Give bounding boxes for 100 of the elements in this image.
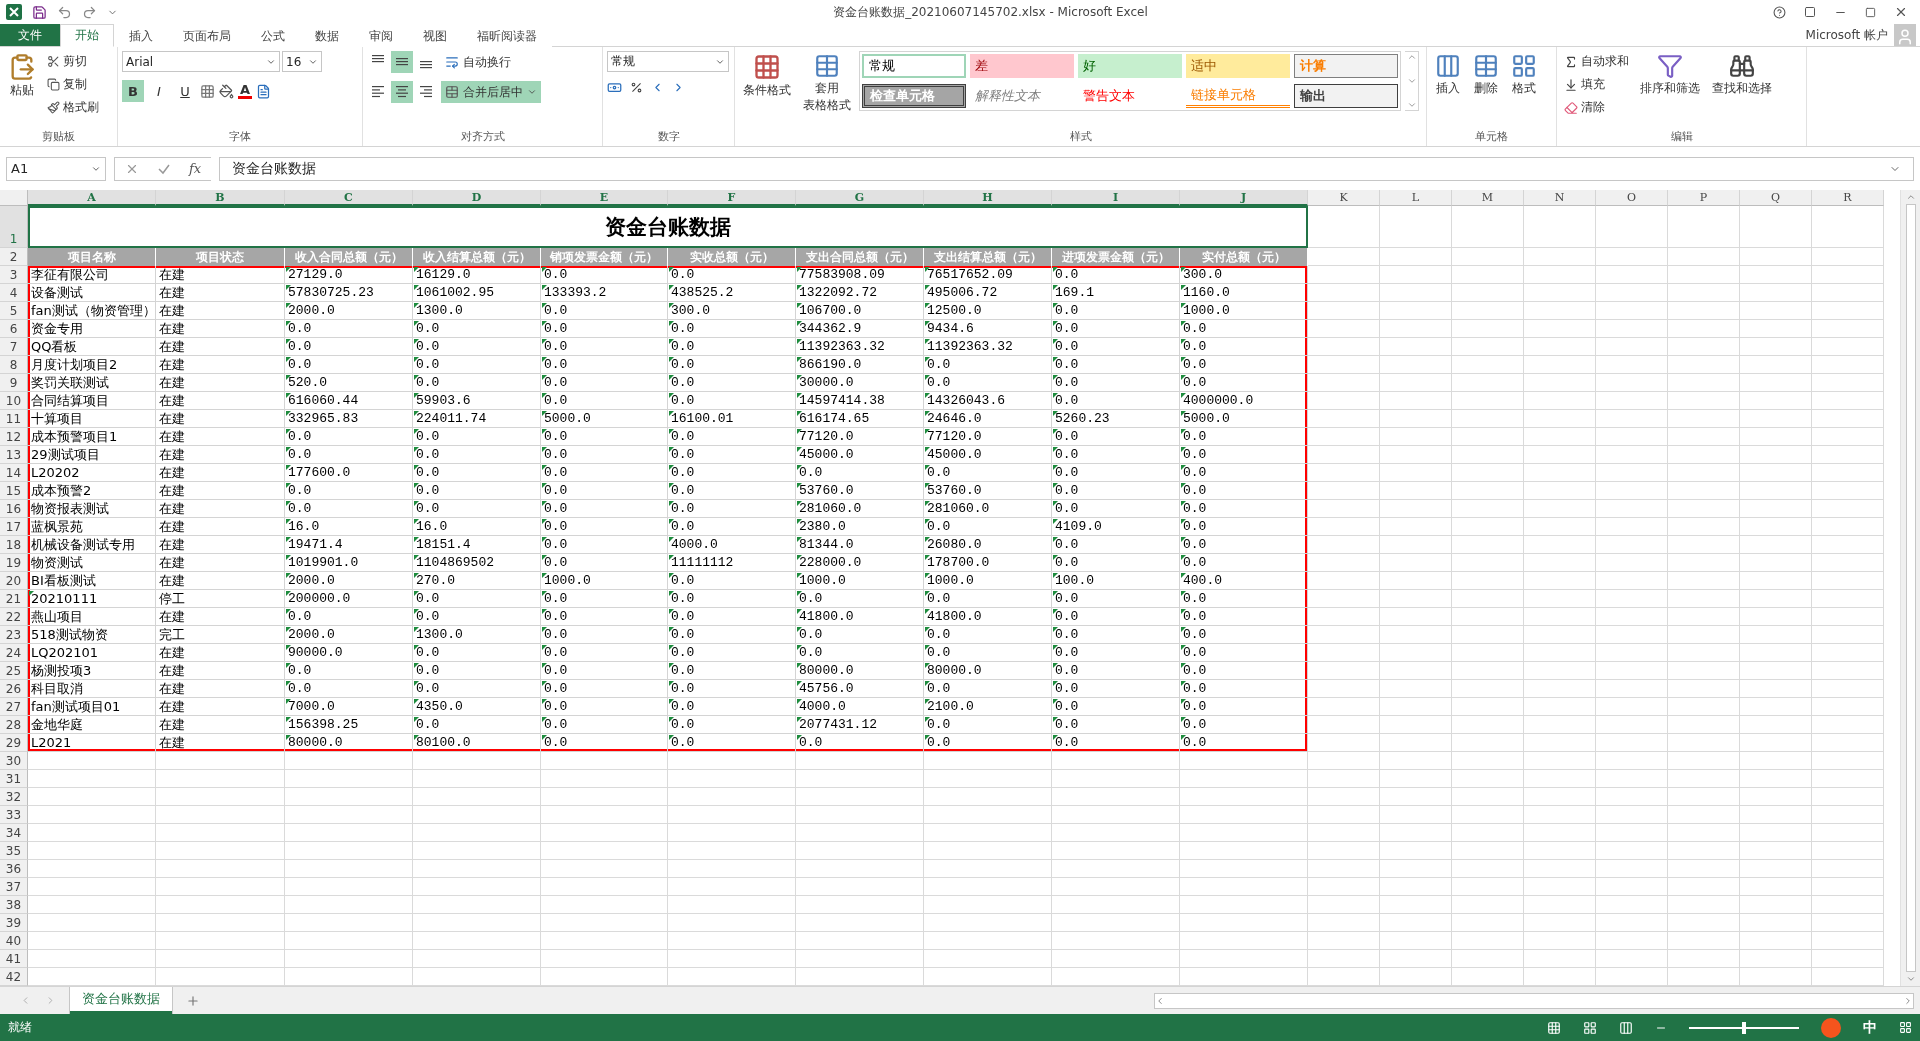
table-cell: BI看板测试 bbox=[28, 572, 156, 590]
row-number: 20 bbox=[0, 572, 28, 590]
cell-style[interactable]: 好 bbox=[1078, 54, 1182, 78]
error-indicator-icon bbox=[797, 519, 802, 524]
table-cell: 16.0 bbox=[413, 518, 541, 536]
error-indicator-icon bbox=[1053, 663, 1058, 668]
row-number: 33 bbox=[0, 806, 28, 824]
table-cell: 0.0 bbox=[796, 590, 924, 608]
scroll-right-icon[interactable] bbox=[1903, 995, 1913, 1006]
table-cell: 0.0 bbox=[1180, 734, 1308, 752]
percent-icon[interactable] bbox=[630, 81, 643, 94]
table-cell: 11111112 bbox=[668, 554, 796, 572]
binoculars-icon bbox=[1729, 53, 1755, 79]
sheet-tab[interactable]: 资金台账数据 bbox=[70, 986, 172, 1014]
font-name-field[interactable]: Arial bbox=[122, 51, 280, 72]
font-color-button[interactable]: A bbox=[238, 83, 253, 99]
error-indicator-icon bbox=[925, 627, 930, 632]
cell-style[interactable]: 解释性文本 bbox=[970, 84, 1074, 108]
phonetic-icon[interactable] bbox=[256, 83, 272, 99]
error-indicator-icon bbox=[542, 609, 547, 614]
scroll-thumb[interactable] bbox=[1905, 204, 1916, 972]
restore-icon[interactable] bbox=[1865, 6, 1876, 18]
account-link[interactable]: Microsoft 帐户 bbox=[1805, 26, 1888, 44]
align-button[interactable] bbox=[391, 81, 413, 103]
error-indicator-icon bbox=[286, 645, 291, 650]
table-cell: 0.0 bbox=[924, 356, 1052, 374]
cells-button[interactable]: 格式 bbox=[1507, 51, 1541, 128]
clipboard-button[interactable]: 格式刷 bbox=[44, 97, 102, 118]
table-cell: 0.0 bbox=[924, 626, 1052, 644]
error-indicator-icon bbox=[542, 699, 547, 704]
ime-tool-icon[interactable] bbox=[1899, 1021, 1912, 1034]
borders-icon[interactable] bbox=[200, 83, 215, 99]
merge-center-button[interactable]: 合并后居中 bbox=[441, 81, 541, 103]
close-icon[interactable] bbox=[1894, 5, 1908, 19]
row-number: 24 bbox=[0, 644, 28, 662]
find-select-button[interactable]: 查找和选择 bbox=[1708, 51, 1776, 128]
page-break-icon[interactable] bbox=[1619, 1020, 1633, 1035]
column-letter: C bbox=[285, 190, 413, 206]
cell-style[interactable]: 警告文本 bbox=[1078, 84, 1182, 108]
number-format-field[interactable]: 常规 bbox=[607, 51, 729, 72]
font-size-field[interactable]: 16 bbox=[282, 51, 322, 72]
error-indicator-icon bbox=[797, 303, 802, 308]
wrap-text-button[interactable]: 自动换行 bbox=[441, 51, 541, 73]
redo-icon[interactable] bbox=[82, 4, 97, 20]
zoom-slider-thumb[interactable] bbox=[1742, 1021, 1746, 1034]
error-indicator-icon bbox=[286, 321, 291, 326]
scroll-up-icon[interactable] bbox=[1905, 192, 1916, 202]
error-indicator-icon bbox=[797, 357, 802, 362]
save-icon[interactable] bbox=[32, 4, 47, 20]
editing-button[interactable]: 自动求和 bbox=[1561, 51, 1632, 72]
row-number: 5 bbox=[0, 302, 28, 320]
undo-icon[interactable] bbox=[57, 4, 72, 20]
error-indicator-icon bbox=[669, 285, 674, 290]
sort-filter-button[interactable]: 排序和筛选 bbox=[1636, 51, 1704, 128]
scroll-left-icon[interactable] bbox=[1155, 995, 1165, 1006]
table-cell: 0.0 bbox=[796, 626, 924, 644]
cells-button[interactable]: 插入 bbox=[1431, 51, 1465, 128]
font-style-button[interactable]: B bbox=[122, 80, 144, 102]
font-style-button[interactable]: U bbox=[174, 80, 196, 102]
currency-icon[interactable] bbox=[607, 80, 622, 95]
table-cell: 438525.2 bbox=[668, 284, 796, 302]
insert-function-button[interactable]: fx bbox=[189, 161, 202, 176]
ribbon-display-icon[interactable] bbox=[1804, 6, 1816, 18]
table-cell: 0.0 bbox=[1180, 536, 1308, 554]
page-layout-icon[interactable] bbox=[1583, 1020, 1597, 1035]
cell-style[interactable]: 差 bbox=[970, 54, 1074, 78]
error-indicator-icon bbox=[797, 393, 802, 398]
scroll-down-icon[interactable] bbox=[1905, 974, 1916, 984]
table-format-button[interactable]: 套用 表格格式 bbox=[799, 51, 855, 128]
align-button[interactable] bbox=[391, 51, 413, 73]
editing-button[interactable]: 清除 bbox=[1561, 97, 1632, 118]
cells-button[interactable]: 删除 bbox=[1469, 51, 1503, 128]
horizontal-scrollbar[interactable] bbox=[1154, 992, 1914, 1009]
table-cell: 0.0 bbox=[541, 608, 668, 626]
error-indicator-icon bbox=[1053, 681, 1058, 686]
normal-view-icon[interactable] bbox=[1547, 1020, 1561, 1035]
help-icon[interactable] bbox=[1773, 5, 1786, 19]
paste-button[interactable]: 粘贴 bbox=[4, 51, 40, 128]
ribbon-tab[interactable]: 开始 bbox=[60, 24, 114, 47]
error-indicator-icon bbox=[1053, 303, 1058, 308]
name-box[interactable]: A1 bbox=[6, 156, 106, 181]
table-cell: 0.0 bbox=[413, 428, 541, 446]
table-cell: 281060.0 bbox=[796, 500, 924, 518]
cell-style[interactable]: 常规 bbox=[862, 54, 966, 78]
fill-color-icon[interactable] bbox=[219, 83, 234, 99]
cell-style[interactable]: 输出 bbox=[1294, 84, 1398, 108]
formula-field[interactable]: 资金台账数据 bbox=[219, 156, 1914, 181]
cell-style[interactable]: 适中 bbox=[1186, 54, 1290, 78]
clipboard-button[interactable]: 复制 bbox=[44, 74, 102, 95]
table-cell: 0.0 bbox=[668, 482, 796, 500]
conditional-format-button[interactable]: 条件格式 bbox=[739, 51, 795, 128]
clipboard-button[interactable]: 剪切 bbox=[44, 51, 102, 72]
error-indicator-icon bbox=[29, 591, 34, 596]
scissors-icon bbox=[47, 55, 60, 68]
row-number: 28 bbox=[0, 716, 28, 734]
table-cell: 物资报表测试 bbox=[28, 500, 156, 518]
editing-button[interactable]: 填充 bbox=[1561, 74, 1632, 95]
vertical-scrollbar[interactable] bbox=[1900, 190, 1920, 986]
font-style-button[interactable]: I bbox=[148, 80, 170, 102]
file-tab[interactable]: 文件 bbox=[0, 24, 60, 46]
